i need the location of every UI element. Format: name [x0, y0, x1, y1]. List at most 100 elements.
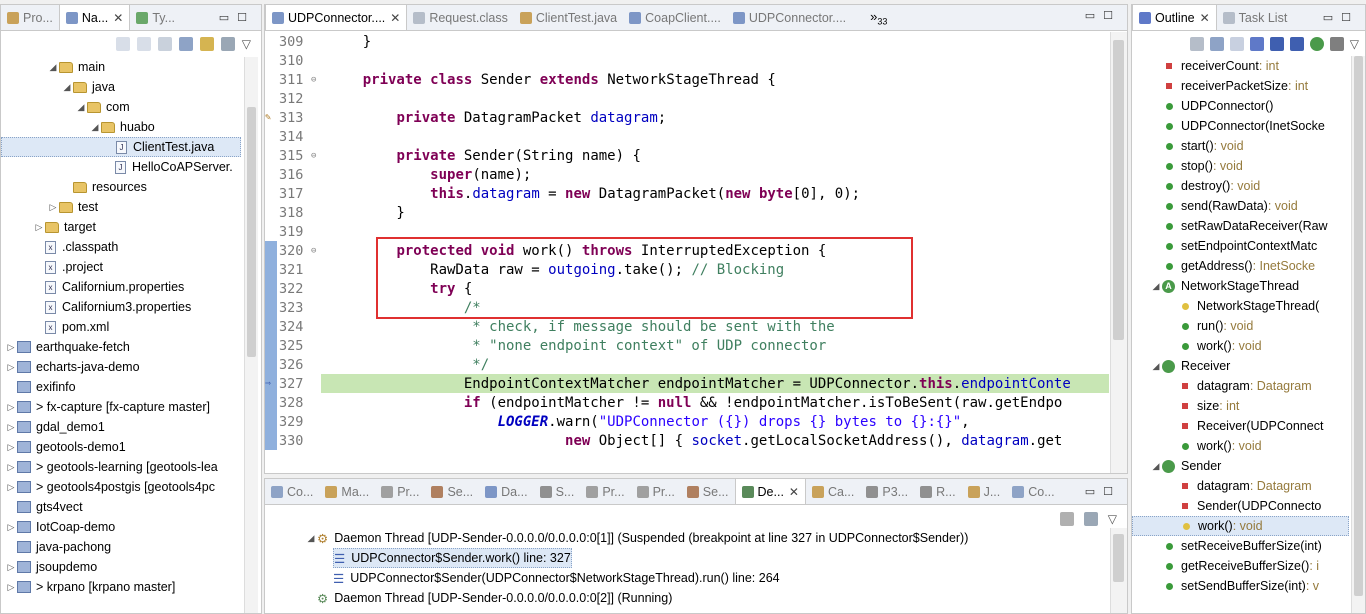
tree-item[interactable]: x Californium3.properties — [1, 297, 241, 317]
code-line[interactable]: 326 */ — [265, 355, 1109, 374]
sort-icon[interactable] — [1229, 37, 1244, 51]
tree-item[interactable]: ▷ target — [1, 217, 241, 237]
tree-item[interactable]: J HelloCoAPServer. — [1, 157, 241, 177]
code-line[interactable]: 309 } — [265, 32, 1109, 51]
outline-item[interactable]: getAddress() : InetSocke — [1132, 256, 1349, 276]
editor-tab-1[interactable]: Request.class — [407, 5, 514, 30]
outline-item[interactable]: UDPConnector() — [1132, 96, 1349, 116]
bottom-tab-2[interactable]: Pr... — [375, 479, 425, 504]
hide-fields-icon[interactable] — [1249, 37, 1264, 51]
navigator-tab-2[interactable]: Ty... — [130, 5, 181, 30]
code-line[interactable]: 325 * "none endpoint context" of UDP con… — [265, 336, 1109, 355]
back-icon[interactable] — [115, 37, 130, 51]
hide-static-icon[interactable] — [1269, 37, 1284, 51]
navigator-window-buttons[interactable]: ▭☐ — [219, 11, 255, 24]
outline-item[interactable]: ◢ Receiver — [1132, 356, 1349, 376]
bottom-tab-4[interactable]: Da... — [479, 479, 533, 504]
tree-item[interactable]: ▷ > fx-capture [fx-capture master] — [1, 397, 241, 417]
debug-window-buttons[interactable]: ▭☐ — [1085, 485, 1121, 498]
debug-item[interactable]: ◢ ⚙ Daemon Thread [UDP-Sender-0.0.0.0/0.0.… — [305, 528, 969, 548]
tree-item[interactable]: ▷ test — [1, 197, 241, 217]
tree-item[interactable]: gts4vect — [1, 497, 241, 517]
code-line[interactable]: ✎ 313 private DatagramPacket datagram; — [265, 108, 1109, 127]
outline-item[interactable]: ◢ A NetworkStageThread — [1132, 276, 1349, 296]
hide-nonpublic-icon[interactable] — [1289, 37, 1304, 51]
close-icon[interactable]: ✕ — [789, 485, 799, 499]
debug-view-menu-icon[interactable]: ▽ — [1108, 512, 1117, 526]
tree-item[interactable]: x pom.xml — [1, 317, 241, 337]
outline-scrollbar-thumb[interactable] — [1354, 56, 1363, 596]
code-line[interactable]: 329 LOGGER.warn("UDPConnector ({}) drops… — [265, 412, 1109, 431]
code-line[interactable]: 312 — [265, 89, 1109, 108]
tree-item[interactable]: ▷ geotools-demo1 — [1, 437, 241, 457]
outline-tab-0[interactable]: Outline ✕ — [1132, 5, 1217, 30]
outline-item[interactable]: Sender(UDPConnecto — [1132, 496, 1349, 516]
outline-item[interactable]: receiverCount : int — [1132, 56, 1349, 76]
code-line[interactable]: 314 — [265, 127, 1109, 146]
expand-arrow-icon[interactable]: ▷ — [5, 522, 17, 533]
collapse-all-icon[interactable] — [178, 37, 193, 51]
outline-item[interactable]: setSendBufferSize(int) : v — [1132, 576, 1349, 596]
remove-terminated-icon[interactable] — [1059, 512, 1074, 526]
outline-item[interactable]: receiverPacketSize : int — [1132, 76, 1349, 96]
expand-arrow-icon[interactable]: ◢ — [1150, 461, 1162, 472]
close-icon[interactable]: ✕ — [1200, 11, 1210, 25]
expand-arrow-icon[interactable]: ◢ — [305, 533, 317, 544]
editor-tab-2[interactable]: ClientTest.java — [514, 5, 623, 30]
tree-item[interactable]: ▷ > krpano [krpano master] — [1, 577, 241, 597]
expand-arrow-icon[interactable]: ◢ — [1150, 361, 1162, 372]
forward-icon[interactable] — [136, 37, 151, 51]
outline-item[interactable]: datagram : Datagram — [1132, 376, 1349, 396]
expand-arrow-icon[interactable]: ▷ — [5, 442, 17, 453]
tree-item[interactable]: x .project — [1, 257, 241, 277]
outline-item[interactable]: stop() : void — [1132, 156, 1349, 176]
outline-item[interactable]: NetworkStageThread( — [1132, 296, 1349, 316]
tree-item[interactable]: J ClientTest.java — [1, 137, 241, 157]
bottom-tab-10[interactable]: Ca... — [806, 479, 860, 504]
bottom-tab-9[interactable]: De... ✕ — [734, 479, 806, 504]
tool-1-icon[interactable] — [1189, 37, 1204, 51]
debug-item[interactable]: ☰ UDPConnector$Sender.work() line: 327 — [333, 548, 572, 568]
bottom-tab-1[interactable]: Ma... — [319, 479, 375, 504]
editor-window-buttons[interactable]: ▭☐ — [1085, 9, 1121, 22]
tree-item[interactable]: resources — [1, 177, 241, 197]
debug-item[interactable]: ⚙ Daemon Thread [UDP-Sender-0.0.0.0/0.0.0… — [305, 588, 672, 608]
code-line[interactable]: 318 } — [265, 203, 1109, 222]
code-line[interactable]: 324 * check, if message should be sent w… — [265, 317, 1109, 336]
outline-view-menu-icon[interactable]: ▽ — [1350, 37, 1359, 51]
outline-item[interactable]: send(RawData) : void — [1132, 196, 1349, 216]
link-with-editor-icon[interactable] — [199, 37, 214, 51]
expand-arrow-icon[interactable]: ◢ — [1150, 281, 1162, 292]
tree-item[interactable]: ▷ jsoupdemo — [1, 557, 241, 577]
tree-item[interactable]: ▷ earthquake-fetch — [1, 337, 241, 357]
navigator-tab-1[interactable]: Na... ✕ — [58, 5, 131, 30]
tree-item[interactable]: java-pachong — [1, 537, 241, 557]
outline-tab-1[interactable]: Task List — [1217, 5, 1294, 30]
tree-item[interactable]: ◢ com — [1, 97, 241, 117]
outline-item[interactable]: UDPConnector(InetSocke — [1132, 116, 1349, 136]
outline-item[interactable]: work() : void — [1132, 436, 1349, 456]
tool-2-icon[interactable] — [1209, 37, 1224, 51]
editor-tab-overflow[interactable]: »33 — [870, 9, 887, 27]
code-line[interactable]: 311 ⊖ private class Sender extends Networ… — [265, 70, 1109, 89]
bottom-tab-14[interactable]: Co... — [1006, 479, 1060, 504]
expand-arrow-icon[interactable]: ◢ — [75, 102, 87, 113]
expand-arrow-icon[interactable]: ▷ — [5, 562, 17, 573]
close-icon[interactable]: ✕ — [390, 11, 400, 25]
tree-item[interactable]: ▷ gdal_demo1 — [1, 417, 241, 437]
view-menu-icon[interactable]: ▽ — [242, 37, 251, 51]
code-line[interactable]: 316 super(name); — [265, 165, 1109, 184]
debug-scrollbar[interactable] — [1110, 528, 1127, 613]
code-line[interactable]: 315 ⊖ private Sender(String name) { — [265, 146, 1109, 165]
outline-item[interactable]: work() : void — [1132, 516, 1349, 536]
bottom-tab-6[interactable]: Pr... — [580, 479, 630, 504]
editor-scrollbar[interactable] — [1110, 32, 1127, 473]
expand-arrow-icon[interactable]: ◢ — [89, 122, 101, 133]
bottom-tab-3[interactable]: Se... — [425, 479, 479, 504]
expand-arrow-icon[interactable]: ▷ — [5, 342, 17, 353]
bottom-tab-5[interactable]: S... — [534, 479, 581, 504]
editor-scrollbar-thumb[interactable] — [1113, 40, 1124, 340]
outline-item[interactable]: setReceiveBufferSize(int) — [1132, 536, 1349, 556]
expand-arrow-icon[interactable]: ◢ — [47, 62, 59, 73]
tree-item[interactable]: x .classpath — [1, 237, 241, 257]
